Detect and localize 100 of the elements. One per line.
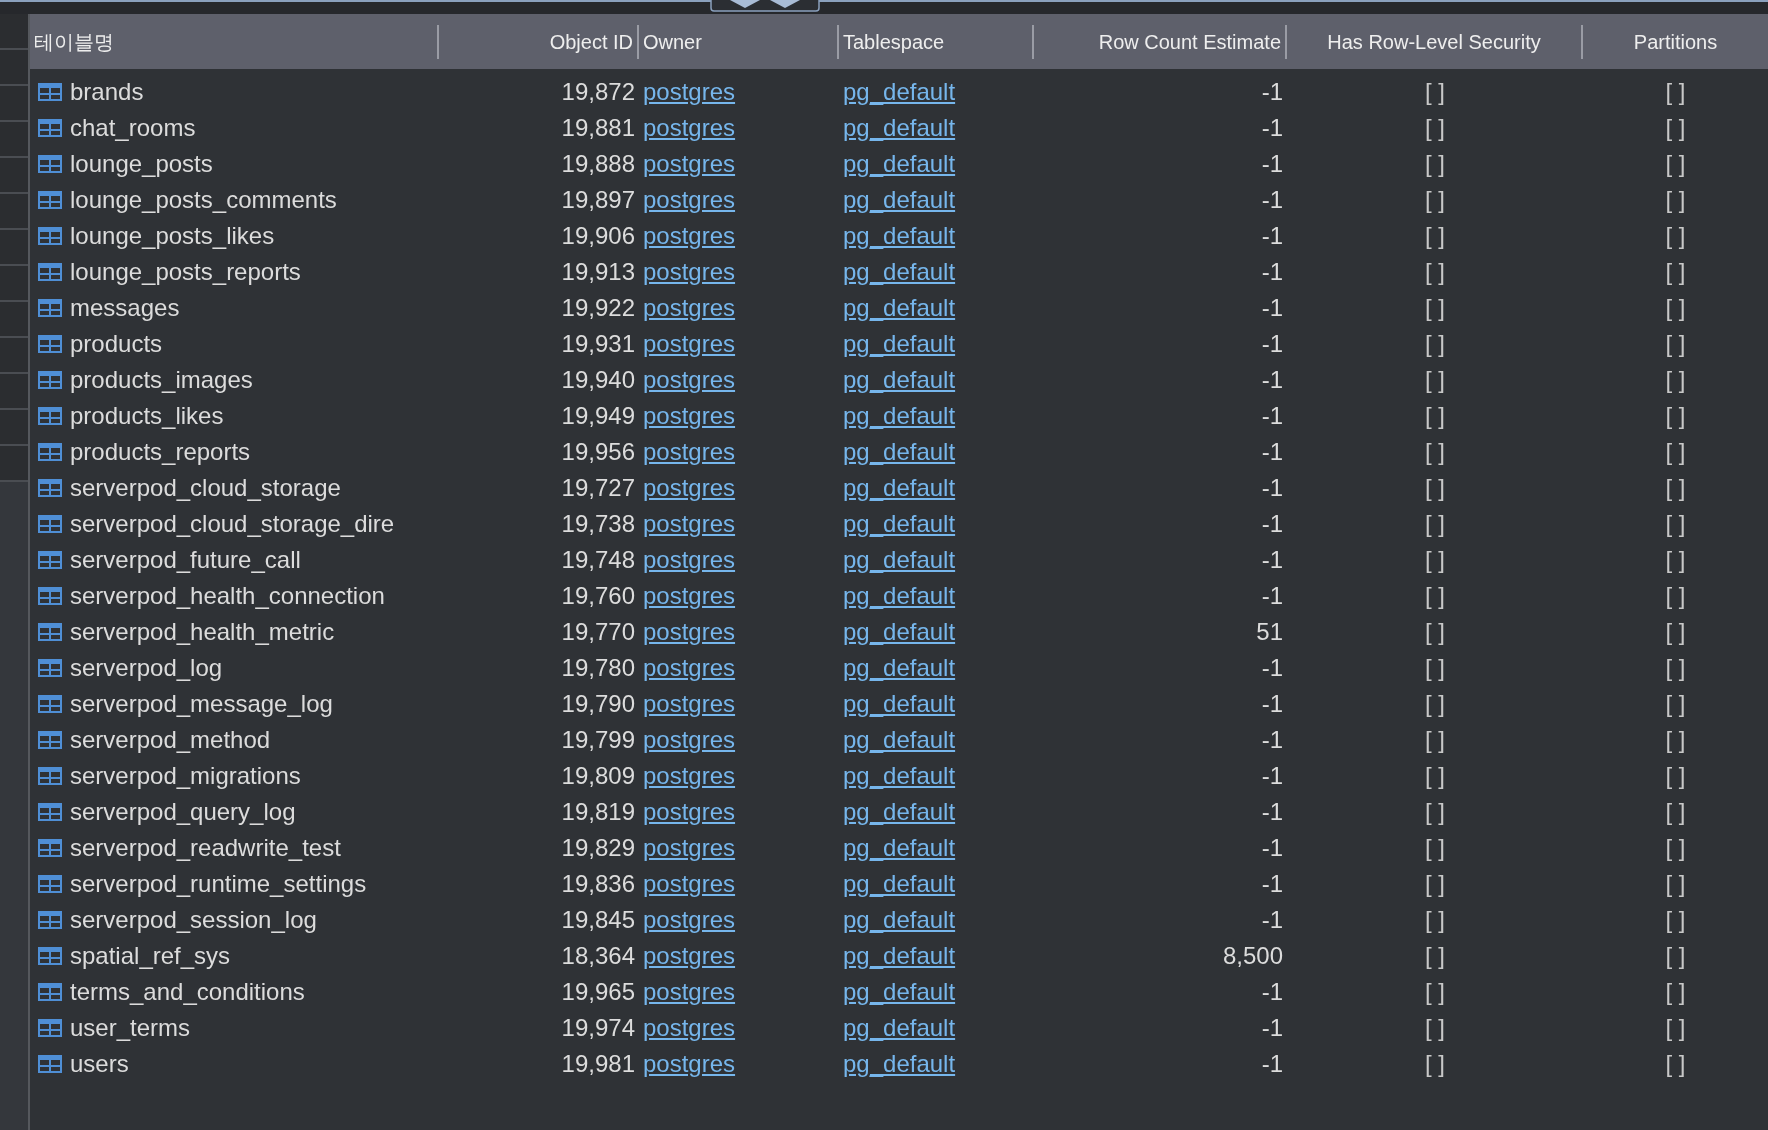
owner-link[interactable]: postgres (643, 402, 736, 429)
owner-link[interactable]: postgres (643, 438, 736, 465)
tablespace-link[interactable]: pg_default (843, 330, 956, 357)
table-name[interactable]: messages (70, 294, 180, 322)
table-name[interactable]: products (70, 330, 163, 358)
tablespace-link[interactable]: pg_default (843, 1014, 956, 1041)
partitions-value: [ ] (1665, 222, 1686, 249)
security-value: [ ] (1425, 762, 1445, 789)
object-id: 19,940 (561, 366, 635, 393)
table-name[interactable]: user_terms (70, 1014, 191, 1042)
owner-link[interactable]: postgres (643, 690, 736, 717)
table-name[interactable]: serverpod_future_call (70, 546, 301, 574)
tablespace-link[interactable]: pg_default (843, 834, 956, 861)
tablespace-link[interactable]: pg_default (843, 186, 956, 213)
column-header[interactable]: Has Row-Level Security (1287, 24, 1583, 59)
tablespace-link[interactable]: pg_default (843, 438, 956, 465)
owner-link[interactable]: postgres (643, 114, 736, 141)
tablespace-link[interactable]: pg_default (843, 258, 956, 285)
table-name[interactable]: serverpod_readwrite_test (70, 834, 341, 862)
table-name[interactable]: users (70, 1050, 129, 1078)
table-name[interactable]: lounge_posts (70, 150, 213, 178)
owner-link[interactable]: postgres (643, 294, 736, 321)
security-value: [ ] (1425, 870, 1445, 897)
tablespace-link[interactable]: pg_default (843, 222, 956, 249)
table-name[interactable]: terms_and_conditions (70, 978, 305, 1006)
tablespace-link[interactable]: pg_default (843, 114, 956, 141)
owner-link[interactable]: postgres (643, 258, 736, 285)
table-name[interactable]: serverpod_migrations (70, 762, 301, 790)
owner-link[interactable]: postgres (643, 78, 736, 105)
table-name[interactable]: serverpod_cloud_storage (70, 474, 341, 502)
column-header[interactable]: 테이블명 (30, 24, 439, 59)
tablespace-link[interactable]: pg_default (843, 618, 956, 645)
owner-link[interactable]: postgres (643, 870, 736, 897)
owner-link[interactable]: postgres (643, 474, 736, 501)
owner-link[interactable]: postgres (643, 726, 736, 753)
table-icon (38, 947, 62, 965)
table-name[interactable]: chat_rooms (70, 114, 196, 142)
tablespace-link[interactable]: pg_default (843, 726, 956, 753)
table-name[interactable]: products_images (70, 366, 253, 394)
tablespace-link[interactable]: pg_default (843, 582, 956, 609)
owner-link[interactable]: postgres (643, 978, 736, 1005)
tablespace-link[interactable]: pg_default (843, 654, 956, 681)
partitions-value: [ ] (1665, 762, 1686, 789)
table-name[interactable]: serverpod_runtime_settings (70, 870, 367, 898)
table-name[interactable]: serverpod_health_metric (70, 618, 335, 646)
tablespace-link[interactable]: pg_default (843, 78, 956, 105)
tablespace-link[interactable]: pg_default (843, 150, 956, 177)
owner-link[interactable]: postgres (643, 942, 736, 969)
owner-link[interactable]: postgres (643, 186, 736, 213)
table-name[interactable]: serverpod_message_log (70, 690, 333, 718)
owner-link[interactable]: postgres (643, 618, 736, 645)
owner-link[interactable]: postgres (643, 330, 736, 357)
table-name[interactable]: products_likes (70, 402, 224, 430)
tablespace-link[interactable]: pg_default (843, 546, 956, 573)
row-count: -1 (1261, 402, 1283, 429)
tablespace-link[interactable]: pg_default (843, 510, 956, 537)
column-header[interactable]: Tablespace (839, 24, 1034, 59)
table-name[interactable]: spatial_ref_sys (70, 942, 231, 970)
tablespace-link[interactable]: pg_default (843, 798, 956, 825)
tablespace-link[interactable]: pg_default (843, 906, 956, 933)
tablespace-link[interactable]: pg_default (843, 762, 956, 789)
owner-link[interactable]: postgres (643, 150, 736, 177)
table-name[interactable]: serverpod_query_log (70, 798, 296, 826)
owner-link[interactable]: postgres (643, 834, 736, 861)
owner-link[interactable]: postgres (643, 654, 736, 681)
owner-link[interactable]: postgres (643, 510, 736, 537)
table-name[interactable]: products_reports (70, 438, 251, 466)
owner-link[interactable]: postgres (643, 1014, 736, 1041)
partitions-value: [ ] (1665, 618, 1686, 645)
table-name[interactable]: serverpod_log (70, 654, 223, 682)
column-header[interactable]: Partitions (1583, 24, 1768, 59)
tablespace-link[interactable]: pg_default (843, 474, 956, 501)
table-name[interactable]: serverpod_health_connection (70, 582, 385, 610)
tablespace-link[interactable]: pg_default (843, 366, 956, 393)
column-header[interactable]: Row Count Estimate (1034, 24, 1287, 59)
owner-link[interactable]: postgres (643, 546, 736, 573)
tablespace-link[interactable]: pg_default (843, 978, 956, 1005)
owner-link[interactable]: postgres (643, 582, 736, 609)
column-header[interactable]: Object ID (439, 24, 639, 59)
table-name[interactable]: lounge_posts_likes (70, 222, 275, 250)
owner-link[interactable]: postgres (643, 762, 736, 789)
column-header[interactable]: Owner (639, 24, 839, 59)
table-name[interactable]: lounge_posts_comments (70, 186, 337, 214)
table-name[interactable]: serverpod_method (70, 726, 271, 754)
owner-link[interactable]: postgres (643, 222, 736, 249)
tablespace-link[interactable]: pg_default (843, 690, 956, 717)
table-name[interactable]: serverpod_cloud_storage_dire (70, 510, 395, 538)
tablespace-link[interactable]: pg_default (843, 870, 956, 897)
owner-link[interactable]: postgres (643, 798, 736, 825)
tablespace-link[interactable]: pg_default (843, 402, 956, 429)
tablespace-link[interactable]: pg_default (843, 1050, 956, 1077)
table-name[interactable]: brands (70, 78, 144, 106)
table-name[interactable]: serverpod_session_log (70, 906, 317, 934)
owner-link[interactable]: postgres (643, 366, 736, 393)
tablespace-link[interactable]: pg_default (843, 294, 956, 321)
splitter-handle-icon[interactable] (710, 0, 820, 12)
table-name[interactable]: lounge_posts_reports (70, 258, 301, 286)
tablespace-link[interactable]: pg_default (843, 942, 956, 969)
owner-link[interactable]: postgres (643, 906, 736, 933)
owner-link[interactable]: postgres (643, 1050, 736, 1077)
